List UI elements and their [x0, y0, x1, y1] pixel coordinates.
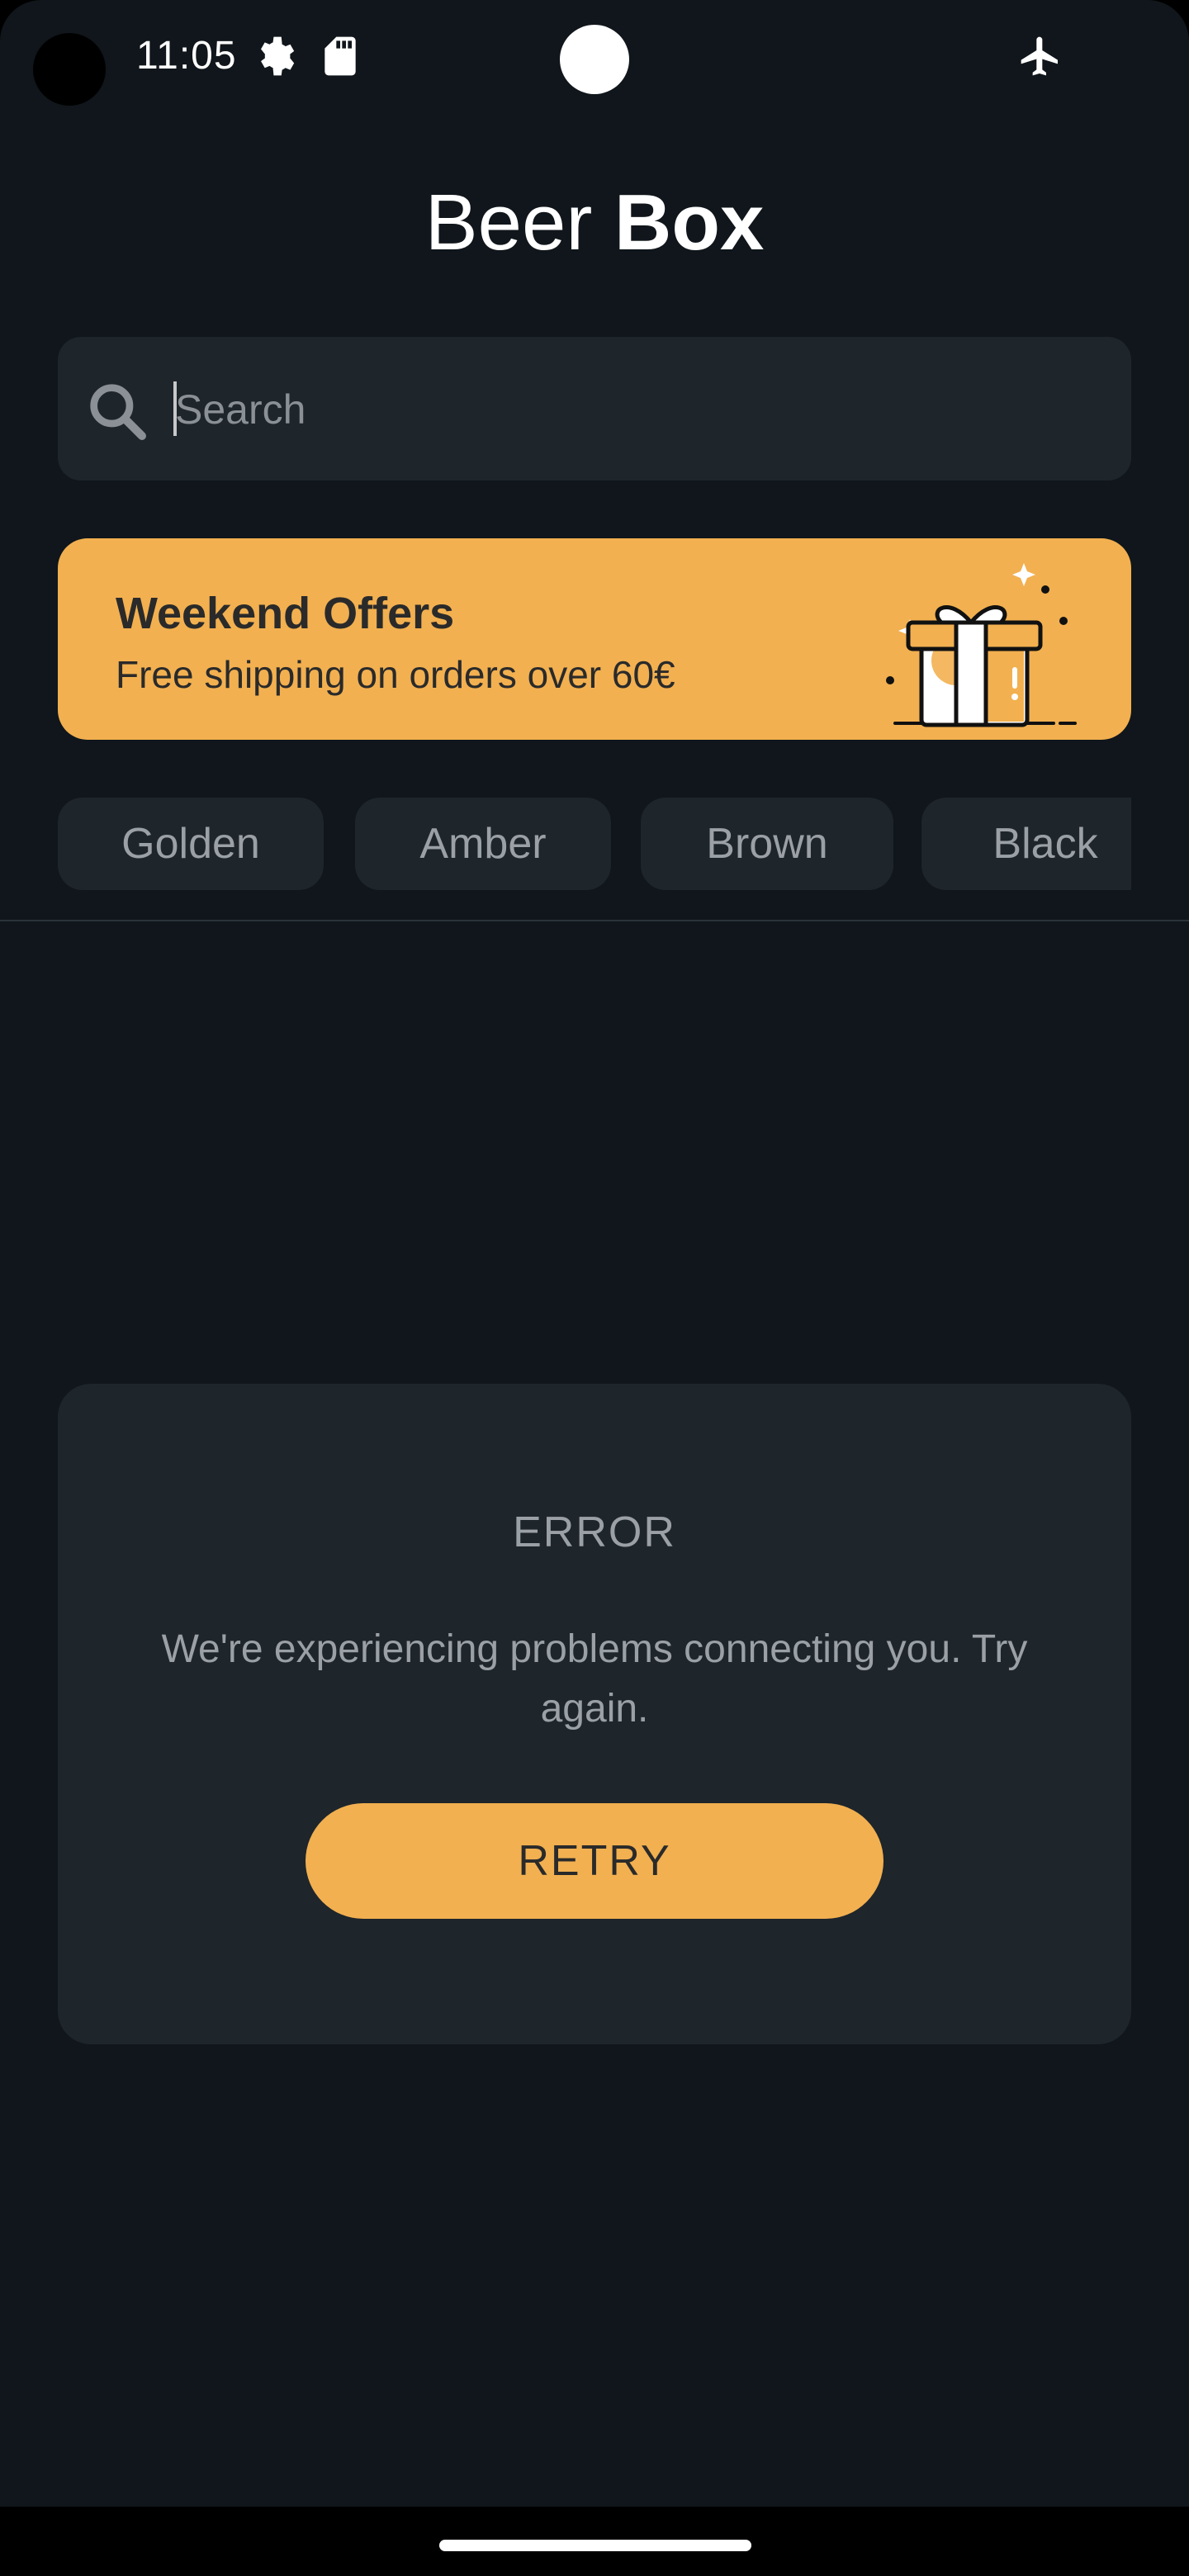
error-card: ERROR We're experiencing problems connec…	[58, 1384, 1131, 2044]
search-input[interactable]	[173, 337, 1085, 482]
camera-cutout	[33, 33, 106, 106]
offer-title: Weekend Offers	[116, 589, 455, 638]
retry-button[interactable]: RETRY	[306, 1803, 883, 1919]
airplane-mode-icon	[1021, 36, 1058, 76]
category-chips: Golden Amber Brown Black	[58, 798, 1131, 893]
weekend-offers-banner[interactable]: Weekend Offers Free shipping on orders o…	[58, 538, 1131, 740]
error-message: We're experiencing problems connecting y…	[161, 1627, 1028, 1731]
app-title-light: Beer	[424, 178, 593, 267]
navigation-bar	[0, 2507, 1189, 2576]
chip-black[interactable]: Black	[921, 798, 1131, 890]
chip-golden[interactable]: Golden	[58, 798, 324, 890]
app-screen: 11:05 Beer Box Weekend Offers Free shipp…	[0, 0, 1189, 2576]
front-camera	[560, 25, 629, 94]
text-cursor	[173, 381, 177, 436]
gift-icon	[886, 563, 1077, 727]
app-title: Beer Box	[0, 178, 1189, 268]
status-bar: 11:05	[0, 0, 1189, 116]
divider	[0, 920, 1189, 921]
home-gesture-handle[interactable]	[439, 2540, 751, 2551]
settings-icon	[261, 36, 295, 76]
error-title: ERROR	[513, 1508, 676, 1556]
search-bar[interactable]	[58, 337, 1131, 482]
status-time: 11:05	[136, 34, 237, 78]
chip-brown[interactable]: Brown	[641, 798, 893, 890]
chip-amber[interactable]: Amber	[355, 798, 611, 890]
sd-card-icon	[324, 36, 356, 76]
offer-subtitle: Free shipping on orders over 60€	[116, 653, 675, 696]
app-title-bold: Box	[614, 178, 765, 267]
search-icon	[90, 384, 146, 440]
